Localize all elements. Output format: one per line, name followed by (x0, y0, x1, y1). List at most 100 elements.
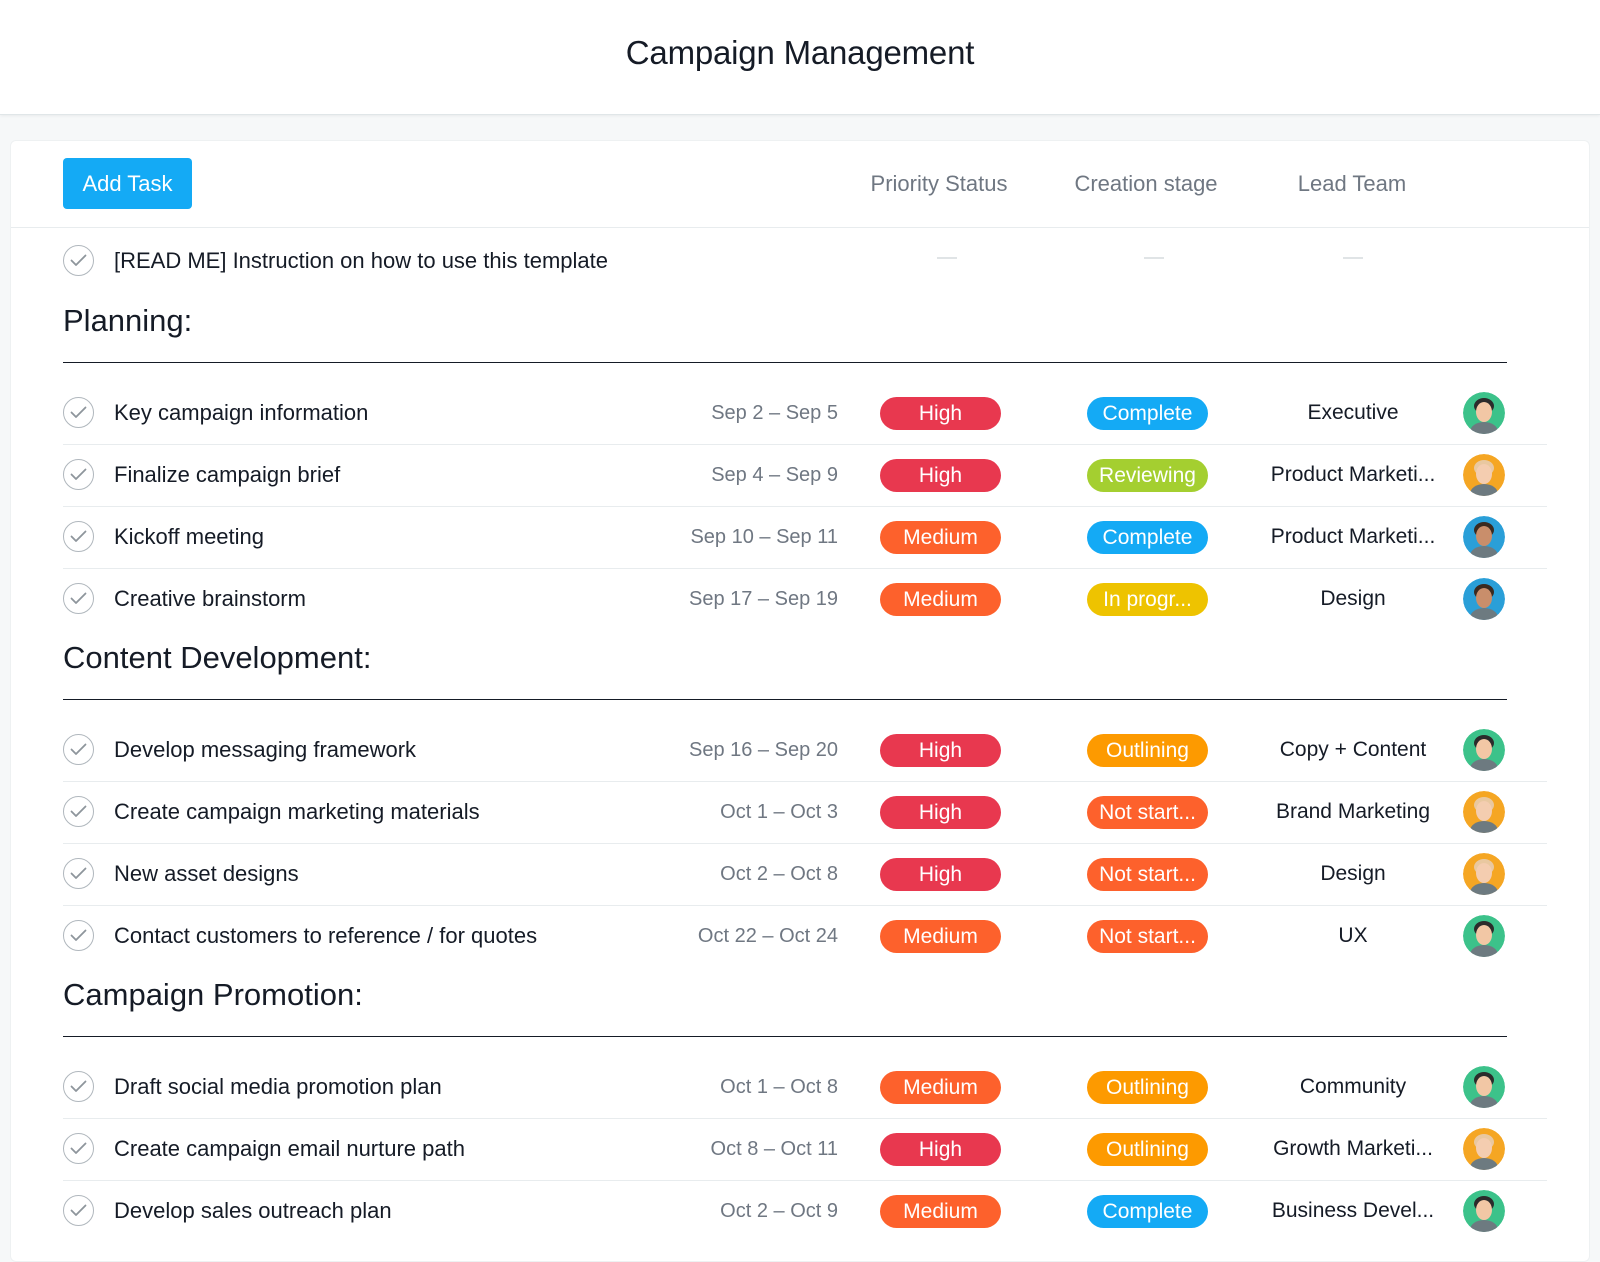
lead-team[interactable]: Executive (1253, 401, 1453, 425)
complete-check-icon[interactable] (63, 459, 94, 490)
complete-check-icon[interactable] (63, 920, 94, 951)
priority-badge[interactable]: Medium (880, 1195, 1001, 1228)
task-due-dates[interactable]: Oct 22 – Oct 24 (698, 925, 838, 948)
lead-team[interactable]: Growth Marketi... (1253, 1137, 1453, 1161)
task-due-dates[interactable]: Oct 2 – Oct 8 (720, 863, 838, 886)
complete-check-icon[interactable] (63, 858, 94, 889)
task-row[interactable]: Creative brainstorm Sep 17 – Sep 19 Medium… (63, 569, 1547, 631)
lead-team[interactable]: Business Devel... (1253, 1199, 1453, 1223)
stage-badge[interactable]: In progr... (1087, 583, 1208, 616)
task-row[interactable]: Draft social media promotion plan Oct 1 –… (63, 1057, 1547, 1119)
stage-badge[interactable]: Outlining (1087, 1071, 1208, 1104)
section-title[interactable]: Content Development: (63, 640, 371, 676)
assignee-avatar[interactable] (1463, 729, 1505, 771)
task-due-dates[interactable]: Oct 1 – Oct 3 (720, 801, 838, 824)
task-name[interactable]: Creative brainstorm (114, 586, 306, 612)
lead-team[interactable]: Copy + Content (1253, 738, 1453, 762)
task-row[interactable]: Develop sales outreach plan Oct 2 – Oct 9… (63, 1181, 1547, 1243)
lead-team[interactable]: Brand Marketing (1253, 800, 1453, 824)
task-due-dates[interactable]: Sep 10 – Sep 11 (690, 526, 838, 549)
section-title[interactable]: Campaign Promotion: (63, 977, 363, 1013)
task-row[interactable]: Kickoff meeting Sep 10 – Sep 11 Medium Comp… (63, 507, 1547, 569)
complete-check-icon[interactable] (63, 1133, 94, 1164)
priority-badge[interactable]: High (880, 397, 1001, 430)
section-title[interactable]: Planning: (63, 303, 192, 339)
stage-badge[interactable]: Outlining (1087, 1133, 1208, 1166)
task-row-readme[interactable]: [READ ME] Instruction on how to use this… (63, 231, 1547, 293)
lead-team[interactable]: Design (1253, 862, 1453, 886)
assignee-avatar[interactable] (1463, 915, 1505, 957)
empty-stage-dash (1144, 257, 1164, 259)
task-row[interactable]: Contact customers to reference / for quo… (63, 906, 1547, 968)
complete-check-icon[interactable] (63, 397, 94, 428)
column-header-stage[interactable]: Creation stage (1046, 171, 1246, 197)
task-name[interactable]: Draft social media promotion plan (114, 1074, 442, 1100)
task-name[interactable]: Develop sales outreach plan (114, 1198, 392, 1224)
task-name[interactable]: [READ ME] Instruction on how to use this… (114, 248, 608, 274)
priority-badge[interactable]: Medium (880, 583, 1001, 616)
priority-badge[interactable]: High (880, 734, 1001, 767)
task-row[interactable]: Develop messaging framework Sep 16 – Sep … (63, 720, 1547, 782)
complete-check-icon[interactable] (63, 521, 94, 552)
assignee-avatar[interactable] (1463, 1190, 1505, 1232)
task-due-dates[interactable]: Oct 2 – Oct 9 (720, 1200, 838, 1223)
stage-badge[interactable]: Complete (1087, 521, 1208, 554)
task-name[interactable]: Create campaign marketing materials (114, 799, 480, 825)
task-due-dates[interactable]: Oct 1 – Oct 8 (720, 1076, 838, 1099)
lead-team[interactable]: Community (1253, 1075, 1453, 1099)
complete-check-icon[interactable] (63, 796, 94, 827)
stage-badge[interactable]: Complete (1087, 397, 1208, 430)
task-name[interactable]: New asset designs (114, 861, 299, 887)
stage-badge[interactable]: Not start... (1087, 858, 1208, 891)
task-due-dates[interactable]: Sep 2 – Sep 5 (711, 402, 838, 425)
assignee-avatar[interactable] (1463, 392, 1505, 434)
assignee-avatar[interactable] (1463, 791, 1505, 833)
column-header-priority[interactable]: Priority Status (839, 171, 1039, 197)
add-task-button[interactable]: Add Task (63, 158, 192, 209)
task-name[interactable]: Contact customers to reference / for quo… (114, 923, 537, 949)
task-name[interactable]: Finalize campaign brief (114, 462, 340, 488)
complete-check-icon[interactable] (63, 734, 94, 765)
complete-check-icon[interactable] (63, 1195, 94, 1226)
assignee-avatar[interactable] (1463, 1066, 1505, 1108)
task-name[interactable]: Key campaign information (114, 400, 368, 426)
priority-badge[interactable]: High (880, 459, 1001, 492)
section-divider (63, 362, 1507, 363)
assignee-avatar[interactable] (1463, 454, 1505, 496)
stage-badge[interactable]: Reviewing (1087, 459, 1208, 492)
stage-badge[interactable]: Not start... (1087, 796, 1208, 829)
priority-badge[interactable]: Medium (880, 1071, 1001, 1104)
assignee-avatar[interactable] (1463, 578, 1505, 620)
assignee-avatar[interactable] (1463, 516, 1505, 558)
task-due-dates[interactable]: Sep 17 – Sep 19 (689, 588, 838, 611)
stage-badge[interactable]: Not start... (1087, 920, 1208, 953)
assignee-avatar[interactable] (1463, 853, 1505, 895)
lead-team[interactable]: Product Marketi... (1253, 525, 1453, 549)
task-row[interactable]: Create campaign marketing materials Oct 1… (63, 782, 1547, 844)
column-header-team[interactable]: Lead Team (1252, 171, 1452, 197)
task-row[interactable]: New asset designs Oct 2 – Oct 8 High Not st… (63, 844, 1547, 906)
priority-badge[interactable]: Medium (880, 920, 1001, 953)
assignee-avatar[interactable] (1463, 1128, 1505, 1170)
task-name[interactable]: Create campaign email nurture path (114, 1136, 465, 1162)
task-due-dates[interactable]: Sep 4 – Sep 9 (711, 464, 838, 487)
task-row[interactable]: Key campaign information Sep 2 – Sep 5 Hig… (63, 383, 1547, 445)
complete-check-icon[interactable] (63, 583, 94, 614)
complete-check-icon[interactable] (63, 245, 94, 276)
task-due-dates[interactable]: Sep 16 – Sep 20 (689, 739, 838, 762)
task-row[interactable]: Create campaign email nurture path Oct 8 … (63, 1119, 1547, 1181)
complete-check-icon[interactable] (63, 1071, 94, 1102)
priority-badge[interactable]: Medium (880, 521, 1001, 554)
priority-badge[interactable]: High (880, 858, 1001, 891)
lead-team[interactable]: Product Marketi... (1253, 463, 1453, 487)
priority-badge[interactable]: High (880, 796, 1001, 829)
priority-badge[interactable]: High (880, 1133, 1001, 1166)
task-due-dates[interactable]: Oct 8 – Oct 11 (711, 1138, 838, 1161)
task-row[interactable]: Finalize campaign brief Sep 4 – Sep 9 High… (63, 445, 1547, 507)
stage-badge[interactable]: Complete (1087, 1195, 1208, 1228)
lead-team[interactable]: UX (1253, 924, 1453, 948)
task-name[interactable]: Develop messaging framework (114, 737, 416, 763)
lead-team[interactable]: Design (1253, 587, 1453, 611)
task-name[interactable]: Kickoff meeting (114, 524, 264, 550)
stage-badge[interactable]: Outlining (1087, 734, 1208, 767)
